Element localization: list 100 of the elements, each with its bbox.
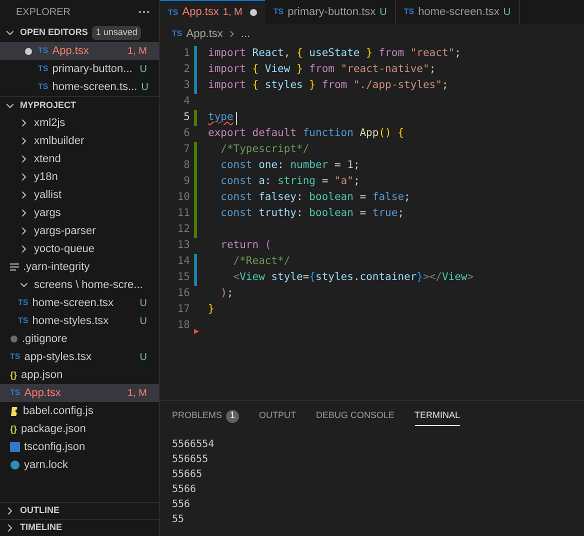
dot-file-icon — [10, 335, 18, 343]
line-number: 1 — [182, 46, 191, 62]
typescript-file-icon: TS — [38, 65, 48, 73]
line-number: 17 — [176, 302, 191, 318]
code-line: type — [208, 110, 238, 126]
code-line: import { styles } from "./app-styles"; — [208, 78, 448, 94]
typescript-file-icon: TS — [172, 28, 182, 40]
text-lines-icon — [10, 263, 19, 271]
code-line: const a: string = "a"; — [220, 174, 360, 190]
file-tree-item[interactable]: TS home-styles.tsx U — [0, 312, 159, 330]
unsaved-badge: 1 unsaved — [92, 26, 142, 40]
git-status: 1, M — [128, 44, 147, 58]
git-status: U — [140, 350, 147, 364]
line-number: 8 — [182, 158, 191, 174]
git-status: U — [140, 296, 147, 310]
explorer-title: EXPLORER — [16, 6, 70, 20]
file-tree-item[interactable]: babel.config.js — [0, 402, 159, 420]
line-number: 5 — [182, 110, 191, 126]
panel-tab[interactable]: OUTPUT — [259, 406, 296, 426]
section-header[interactable]: TIMELINE — [0, 519, 159, 536]
file-tree-item[interactable]: {} package.json — [0, 420, 159, 438]
typescript-file-icon: TS — [38, 83, 48, 91]
folder-item[interactable]: xml2js — [0, 114, 159, 132]
code-line: ); — [220, 286, 234, 302]
file-tree-item[interactable]: .gitignore — [0, 330, 159, 348]
code-line: export default function App() { — [208, 126, 404, 142]
typescript-file-icon: TS — [18, 317, 28, 325]
file-tree-item[interactable]: yarn.lock — [0, 456, 159, 474]
json-file-icon: {} — [10, 370, 18, 380]
code-line: /*Typescript*/ — [220, 142, 310, 158]
typescript-file-icon: TS — [38, 47, 48, 55]
terminal-output-line: 5566554 — [172, 438, 216, 452]
breadcrumb-item[interactable]: ... — [240, 26, 250, 42]
folder-item[interactable]: xtend — [0, 150, 159, 168]
typescript-file-icon: TS — [18, 299, 28, 307]
line-number: 14 — [176, 254, 191, 270]
line-number: 11 — [176, 206, 191, 222]
folder-item[interactable]: screens \ home-scre... — [0, 276, 159, 294]
git-status: 1, M — [128, 386, 147, 400]
code-line: const truthy: boolean = true; — [220, 206, 404, 222]
panel-tab[interactable]: PROBLEMS 1 — [172, 406, 240, 426]
folder-item[interactable]: xmlbuilder — [0, 132, 159, 150]
breadcrumb-item[interactable]: App.tsx — [186, 26, 223, 42]
terminal-output-line: 55665 — [172, 468, 204, 482]
line-number: 9 — [182, 174, 191, 190]
line-number: 13 — [176, 238, 191, 254]
open-editor-item[interactable]: TS primary-button... U — [0, 60, 159, 78]
typescript-file-icon: TS — [10, 389, 20, 397]
open-editor-item[interactable]: TS App.tsx 1, M — [0, 42, 159, 60]
file-tree-item[interactable]: TS App.tsx 1, M — [0, 384, 159, 402]
folder-item[interactable]: yargs-parser — [0, 222, 159, 240]
yarn-file-icon — [10, 460, 20, 470]
typescript-file-icon: TS — [10, 353, 20, 361]
terminal-output-line: 556 — [172, 498, 192, 512]
unsaved-dot-icon — [24, 48, 32, 54]
folder-item[interactable]: y18n — [0, 168, 159, 186]
open-editor-item[interactable]: TS home-screen.ts... U — [0, 78, 159, 96]
problem-count-badge: 1 — [226, 410, 240, 422]
git-status: U — [140, 314, 147, 328]
file-tree-item[interactable]: tsconfig.json — [0, 438, 159, 456]
code-line: <View style={styles.container}></View> — [232, 270, 474, 286]
terminal-output-line: 5566 — [172, 483, 198, 497]
line-number: 18 — [176, 318, 191, 334]
section-header[interactable]: OUTLINE — [0, 502, 159, 519]
file-tree-item[interactable]: TS home-screen.tsx U — [0, 294, 159, 312]
config-file-icon — [10, 442, 20, 452]
code-line: import React, { useState } from "react"; — [208, 46, 461, 62]
code-line: import { View } from "react-native"; — [208, 62, 436, 78]
folder-item[interactable]: yallist — [0, 186, 159, 204]
panel-tab[interactable]: DEBUG CONSOLE — [316, 406, 395, 426]
unsaved-dot-icon — [250, 9, 258, 16]
panel-tab[interactable]: TERMINAL — [414, 406, 460, 426]
line-number: 15 — [176, 270, 191, 286]
code-line: const falsey: boolean = false; — [220, 190, 410, 206]
babel-file-icon — [10, 406, 19, 416]
code-line: /*React*/ — [232, 254, 290, 270]
git-status: U — [140, 62, 147, 76]
git-status: U — [141, 80, 148, 94]
line-number: 3 — [182, 78, 191, 94]
line-number: 2 — [182, 62, 191, 78]
terminal-output-line: 556655 — [172, 453, 210, 467]
file-tree-item[interactable]: {} app.json — [0, 366, 159, 384]
folder-item[interactable]: yocto-queue — [0, 240, 159, 258]
section-header[interactable]: OPEN EDITORS 1 unsaved — [0, 24, 159, 42]
line-number: 12 — [176, 222, 191, 238]
folder-item[interactable]: yargs — [0, 204, 159, 222]
section-header[interactable]: MYPROJECT — [0, 96, 159, 114]
json-file-icon: {} — [10, 424, 18, 434]
line-number: 7 — [182, 142, 191, 158]
code-line: const one: number = 1; — [220, 158, 360, 174]
editor-tab[interactable]: TS App.tsx 1, M — [160, 0, 266, 24]
line-number: 10 — [176, 190, 191, 206]
file-tree-item[interactable]: TS app-styles.tsx U — [0, 348, 159, 366]
terminal-output-line: 55 — [172, 513, 186, 527]
code-line: } — [208, 302, 214, 318]
file-tree-item[interactable]: .yarn-integrity — [0, 258, 159, 276]
line-number: 16 — [176, 286, 191, 302]
code-line: return ( — [220, 238, 272, 254]
line-number: 6 — [182, 126, 191, 142]
line-number: 4 — [182, 94, 191, 110]
